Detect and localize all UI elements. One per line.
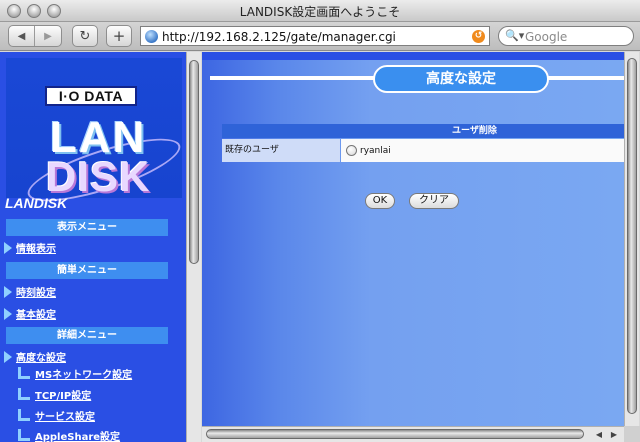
sidebar-item-label: 基本設定 bbox=[16, 310, 56, 321]
reload-button[interactable]: ↻ bbox=[72, 25, 98, 47]
arrow-right-icon bbox=[4, 307, 12, 320]
existing-user-label: 既存のユーザ bbox=[222, 139, 340, 162]
plus-icon: + bbox=[112, 27, 126, 45]
sidebar-subitem-service[interactable]: サービス設定 bbox=[18, 408, 95, 423]
branch-icon bbox=[18, 367, 30, 379]
sidebar-subitem-label: AppleShare設定 bbox=[35, 432, 121, 442]
sidebar-item-info[interactable]: 情報表示 bbox=[4, 240, 56, 255]
sidebar-item-time[interactable]: 時刻設定 bbox=[4, 284, 56, 299]
sidebar-item-label: 情報表示 bbox=[16, 244, 56, 255]
main-horizontal-scrollbar[interactable]: ◀ ▶ bbox=[202, 426, 624, 442]
menu-heading-advanced: 詳細メニュー bbox=[6, 327, 168, 344]
add-bookmark-button[interactable]: + bbox=[106, 25, 132, 47]
iodata-brand: I·O DATA bbox=[45, 86, 137, 106]
user-option-label: ryanlai bbox=[360, 145, 391, 156]
scroll-right-icon[interactable]: ▶ bbox=[607, 429, 621, 441]
reload-icon: ↻ bbox=[79, 28, 91, 44]
back-arrow-icon: ◀ bbox=[17, 30, 26, 42]
top-band bbox=[202, 52, 624, 60]
menu-heading-simple: 簡単メニュー bbox=[6, 262, 168, 279]
user-radio[interactable] bbox=[346, 145, 357, 156]
url-text: http://192.168.2.125/gate/manager.cgi bbox=[162, 30, 396, 44]
sidebar-item-advanced[interactable]: 高度な設定 bbox=[4, 349, 66, 364]
landisk-logo: I·O DATA LAN DISK bbox=[6, 58, 186, 214]
scroll-left-icon[interactable]: ◀ bbox=[592, 429, 606, 441]
branch-icon bbox=[18, 409, 30, 421]
main-frame: 高度な設定 ユーザ削除 既存のユーザ ryanlai OK クリア bbox=[202, 52, 624, 426]
page-title: 高度な設定 bbox=[373, 65, 549, 93]
site-name: LANDISK bbox=[5, 195, 68, 211]
sidebar-subitem-appleshare[interactable]: AppleShare設定 bbox=[18, 428, 120, 442]
sidebar-subitem-tcpip[interactable]: TCP/IP設定 bbox=[18, 387, 91, 402]
logo-disk-text: DISK bbox=[46, 153, 151, 200]
ok-button[interactable]: OK bbox=[365, 193, 395, 209]
section-title: ユーザ削除 bbox=[222, 124, 624, 138]
globe-icon bbox=[145, 30, 158, 43]
user-option[interactable]: ryanlai bbox=[341, 139, 624, 162]
sidebar-frame: I·O DATA LAN DISK LANDISK 表示メニュー 情報表示 簡単… bbox=[0, 52, 186, 442]
sidebar-subitem-ms-network[interactable]: MSネットワーク設定 bbox=[18, 366, 132, 381]
search-placeholder: Google bbox=[525, 30, 568, 44]
horizontal-scroll-thumb[interactable] bbox=[206, 429, 584, 439]
clear-button[interactable]: クリア bbox=[409, 193, 459, 209]
menu-heading-display: 表示メニュー bbox=[6, 219, 168, 236]
snapback-icon[interactable]: ↺ bbox=[472, 30, 485, 43]
window-title: LANDISK設定画面へようこそ bbox=[239, 5, 401, 19]
arrow-right-icon bbox=[4, 285, 12, 298]
sidebar-item-basic[interactable]: 基本設定 bbox=[4, 306, 56, 321]
search-field[interactable]: 🔍▾ Google bbox=[498, 26, 634, 46]
arrow-right-icon bbox=[4, 241, 12, 254]
sidebar-item-label: 時刻設定 bbox=[16, 288, 56, 299]
sidebar-subitem-label: MSネットワーク設定 bbox=[35, 370, 133, 381]
table-row: 既存のユーザ ryanlai bbox=[222, 139, 624, 162]
branch-icon bbox=[18, 429, 30, 441]
sidebar-subitem-label: サービス設定 bbox=[35, 412, 95, 423]
resize-corner[interactable] bbox=[624, 426, 640, 442]
sidebar-scroll-thumb[interactable] bbox=[189, 60, 199, 264]
sidebar-scrollbar[interactable] bbox=[186, 52, 201, 442]
address-bar[interactable]: http://192.168.2.125/gate/manager.cgi ↺ bbox=[140, 26, 490, 46]
forward-arrow-icon: ▶ bbox=[44, 30, 52, 42]
window-titlebar: LANDISK設定画面へようこそ bbox=[0, 0, 640, 22]
forward-button[interactable]: ▶ bbox=[35, 26, 61, 46]
back-button[interactable]: ◀ bbox=[9, 26, 35, 46]
sidebar-subitem-label: TCP/IP設定 bbox=[35, 391, 92, 402]
browser-toolbar: ◀ ▶ ↻ + http://192.168.2.125/gate/manage… bbox=[0, 22, 640, 51]
branch-icon bbox=[18, 388, 30, 400]
arrow-right-icon bbox=[4, 350, 12, 363]
search-icon: 🔍▾ bbox=[505, 29, 525, 42]
back-forward-group: ◀ ▶ bbox=[8, 25, 62, 47]
main-scrollbar[interactable] bbox=[624, 52, 639, 426]
main-scroll-thumb[interactable] bbox=[627, 58, 637, 414]
sidebar-item-label: 高度な設定 bbox=[16, 353, 66, 364]
